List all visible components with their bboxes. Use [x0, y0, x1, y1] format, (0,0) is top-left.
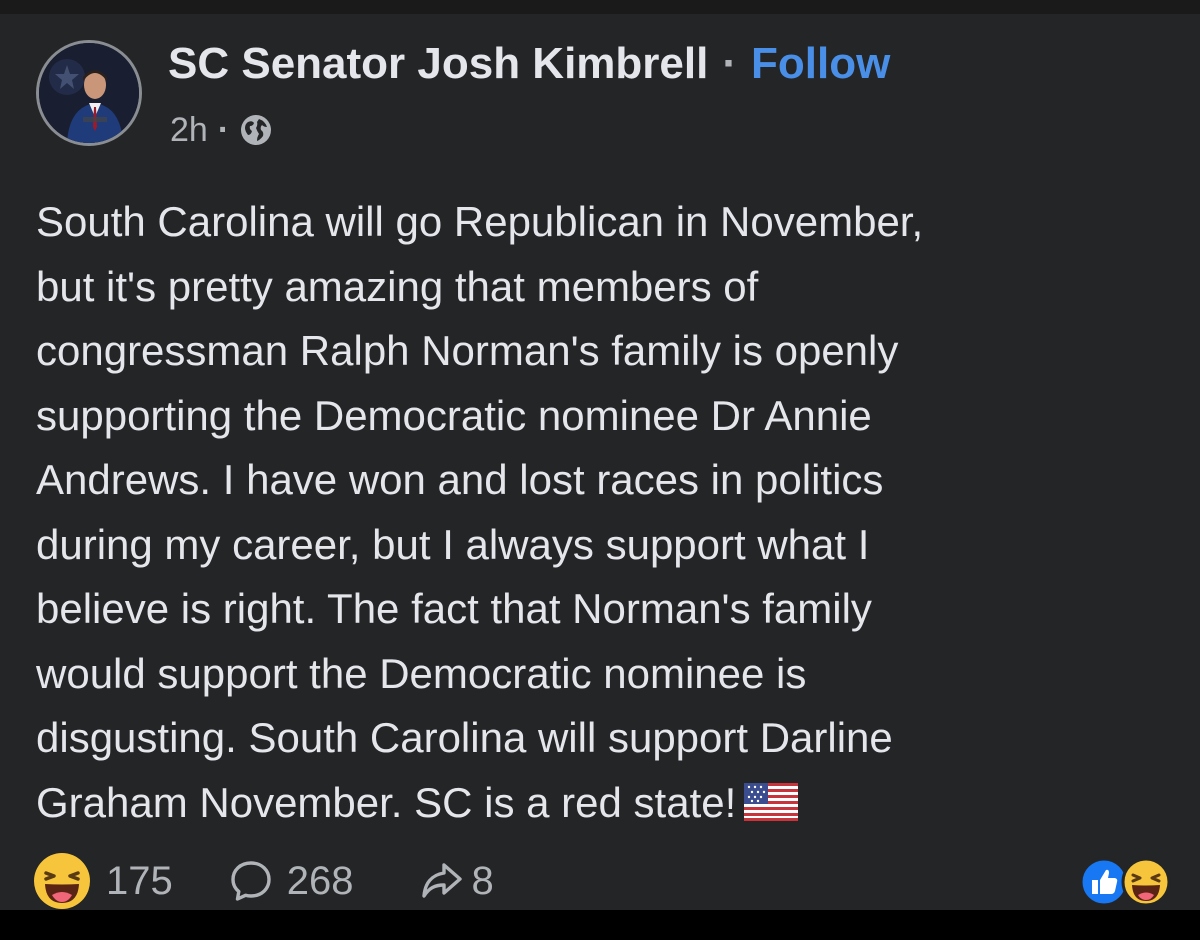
author-avatar[interactable] — [36, 40, 142, 146]
share-button[interactable]: 8 — [420, 859, 494, 904]
reaction-summary[interactable] — [1078, 856, 1172, 908]
post-body: South Carolina will go Republican in Nov… — [36, 190, 1176, 835]
haha-icon — [32, 851, 92, 911]
comment-icon — [229, 859, 273, 903]
avatar-image — [39, 43, 139, 143]
post-header: SC Senator Josh Kimbrell · Follow — [168, 36, 890, 92]
author-name[interactable]: SC Senator Josh Kimbrell — [168, 39, 708, 89]
post-text-line: but it's pretty amazing that members of — [36, 262, 759, 310]
post-text-line: would support the Democratic nominee is — [36, 649, 807, 697]
post-card: SC Senator Josh Kimbrell · Follow 2h · S… — [0, 14, 1200, 910]
post-text-last-line: Graham November. SC is a red state! — [36, 771, 1176, 836]
share-icon — [420, 859, 464, 903]
post-text-line: supporting the Democratic nominee Dr Ann… — [36, 391, 872, 439]
haha-icon — [1120, 856, 1172, 908]
comments-count: 268 — [286, 858, 354, 903]
us-flag-icon — [744, 775, 799, 821]
post-text-line: congressman Ralph Norman's family is ope… — [36, 327, 899, 374]
post-timestamp[interactable]: 2h — [170, 111, 208, 150]
post-text-line: South Carolina will go Republican in Nov… — [36, 198, 924, 245]
post-text-line: Graham November. SC is a red state! — [36, 778, 737, 826]
post-text-line: disgusting. South Carolina will support … — [36, 714, 893, 761]
follow-button[interactable]: Follow — [751, 39, 890, 89]
header-separator: · — [722, 39, 738, 88]
reactions-button[interactable]: 175 — [32, 851, 173, 911]
globe-icon — [239, 113, 273, 147]
top-strip — [0, 0, 1200, 14]
reactions-count: 175 — [106, 858, 173, 903]
comments-button[interactable]: 268 — [229, 859, 354, 904]
post-text-line: Andrews. I have won and lost races in po… — [36, 456, 884, 503]
screenshot: SC Senator Josh Kimbrell · Follow 2h · S… — [0, 0, 1200, 940]
post-text-line: during my career, but I always support w… — [36, 520, 870, 568]
post-meta: 2h · — [170, 108, 273, 152]
post-footer: 175 268 8 — [32, 849, 494, 913]
shares-count: 8 — [471, 858, 494, 903]
post-text-line: believe is right. The fact that Norman's… — [36, 585, 872, 632]
meta-separator: · — [217, 110, 230, 149]
